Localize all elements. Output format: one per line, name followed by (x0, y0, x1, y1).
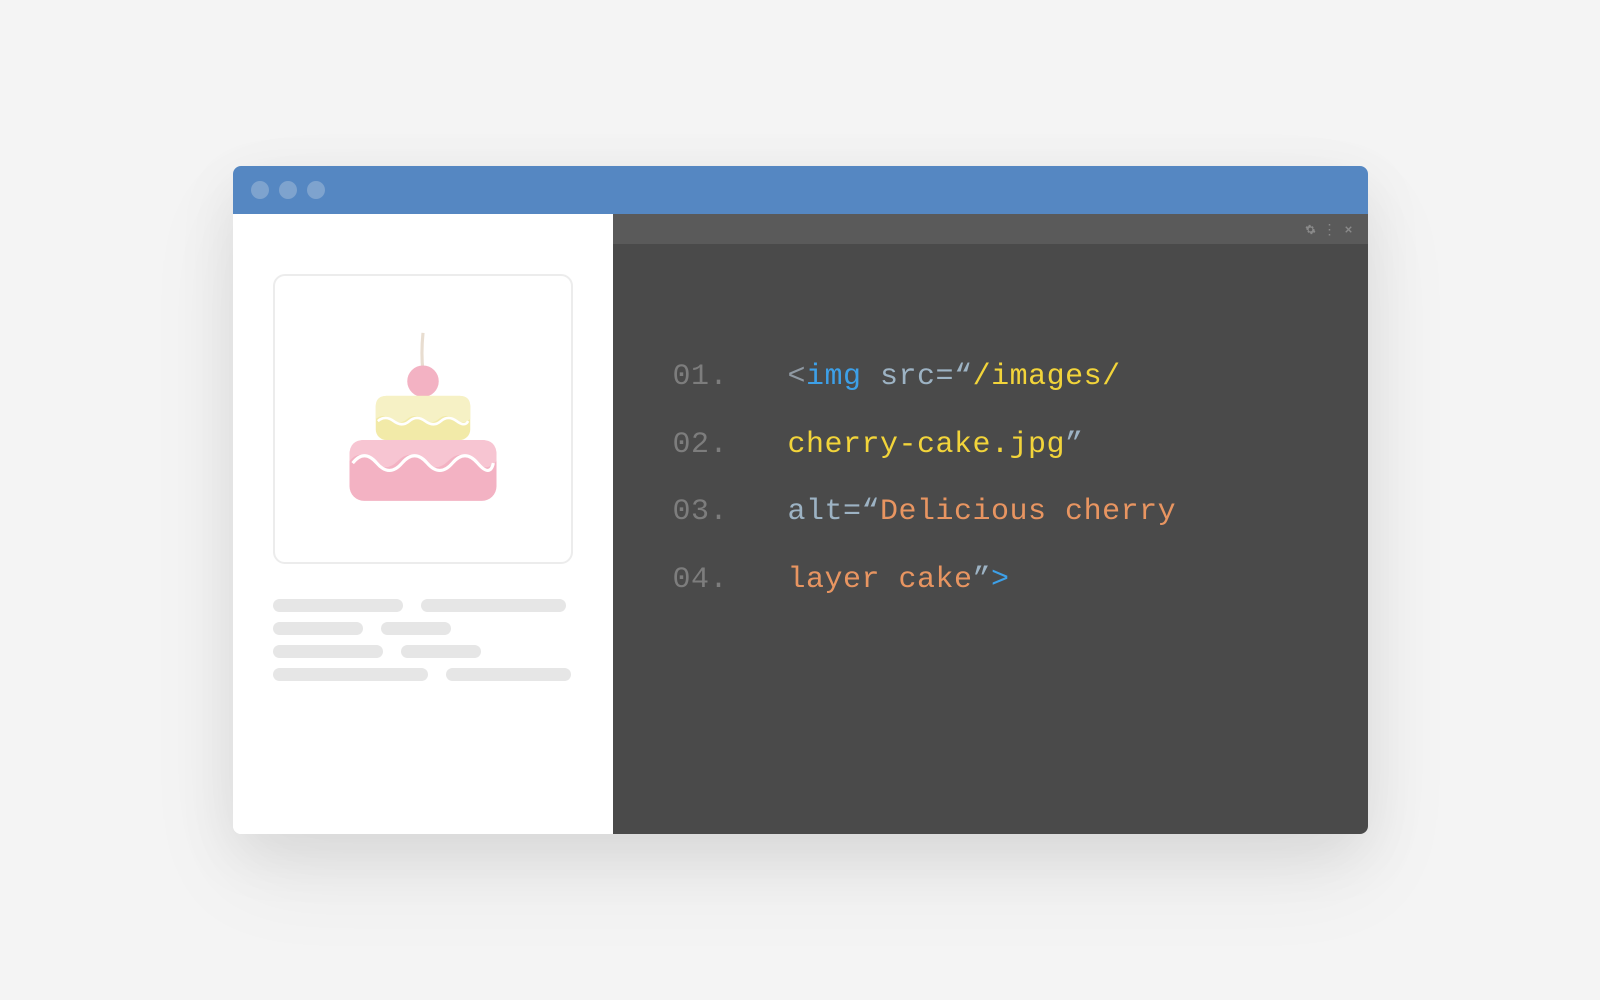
line-number: 01. (673, 344, 788, 412)
code-token: src= (880, 360, 954, 394)
window-titlebar (233, 166, 1368, 214)
code-token (862, 360, 881, 394)
traffic-light-minimize[interactable] (279, 181, 297, 199)
code-token: Delicious cherry (880, 495, 1176, 529)
placeholder-line (273, 645, 383, 658)
placeholder-line (446, 668, 571, 681)
preview-pane (233, 214, 613, 834)
code-line: 03.alt=“Delicious cherry (673, 479, 1308, 547)
placeholder-line (401, 645, 481, 658)
window-body: ⋮ 01.<img src=“/images/02.cherry-cake.jp… (233, 214, 1368, 834)
code-token: cherry-cake.jpg (788, 428, 1066, 462)
line-number: 02. (673, 412, 788, 480)
line-number: 04. (673, 547, 788, 615)
code-token: ” (973, 563, 992, 597)
code-token: “ (954, 360, 973, 394)
code-content: <img src=“/images/ (788, 344, 1121, 412)
code-content: cherry-cake.jpg” (788, 412, 1084, 480)
editor-toolbar: ⋮ (613, 214, 1368, 244)
traffic-light-close[interactable] (251, 181, 269, 199)
code-editor-pane: ⋮ 01.<img src=“/images/02.cherry-cake.jp… (613, 214, 1368, 834)
code-token: “ (862, 495, 881, 529)
placeholder-line (273, 622, 363, 635)
browser-window: ⋮ 01.<img src=“/images/02.cherry-cake.jp… (233, 166, 1368, 834)
code-content: alt=“Delicious cherry (788, 479, 1177, 547)
code-token: /images/ (973, 360, 1121, 394)
code-line: 01.<img src=“/images/ (673, 344, 1308, 412)
code-token: img (806, 360, 862, 394)
placeholder-line (273, 599, 403, 612)
code-token: layer cake (788, 563, 973, 597)
gear-icon[interactable] (1305, 224, 1316, 235)
code-line: 04.layer cake”> (673, 547, 1308, 615)
image-preview-card (273, 274, 573, 564)
placeholder-line (421, 599, 566, 612)
more-icon[interactable]: ⋮ (1324, 224, 1335, 235)
code-token: alt= (788, 495, 862, 529)
close-icon[interactable] (1343, 224, 1354, 235)
code-token: > (991, 563, 1010, 597)
line-number: 03. (673, 479, 788, 547)
traffic-light-maximize[interactable] (307, 181, 325, 199)
placeholder-line (273, 668, 428, 681)
code-content: layer cake”> (788, 547, 1010, 615)
code-editor[interactable]: 01.<img src=“/images/02.cherry-cake.jpg”… (613, 244, 1368, 834)
code-token: ” (1065, 428, 1084, 462)
text-placeholder-block (273, 599, 573, 681)
placeholder-line (381, 622, 451, 635)
cake-icon (318, 314, 528, 524)
code-token: < (788, 360, 807, 394)
code-line: 02.cherry-cake.jpg” (673, 412, 1308, 480)
